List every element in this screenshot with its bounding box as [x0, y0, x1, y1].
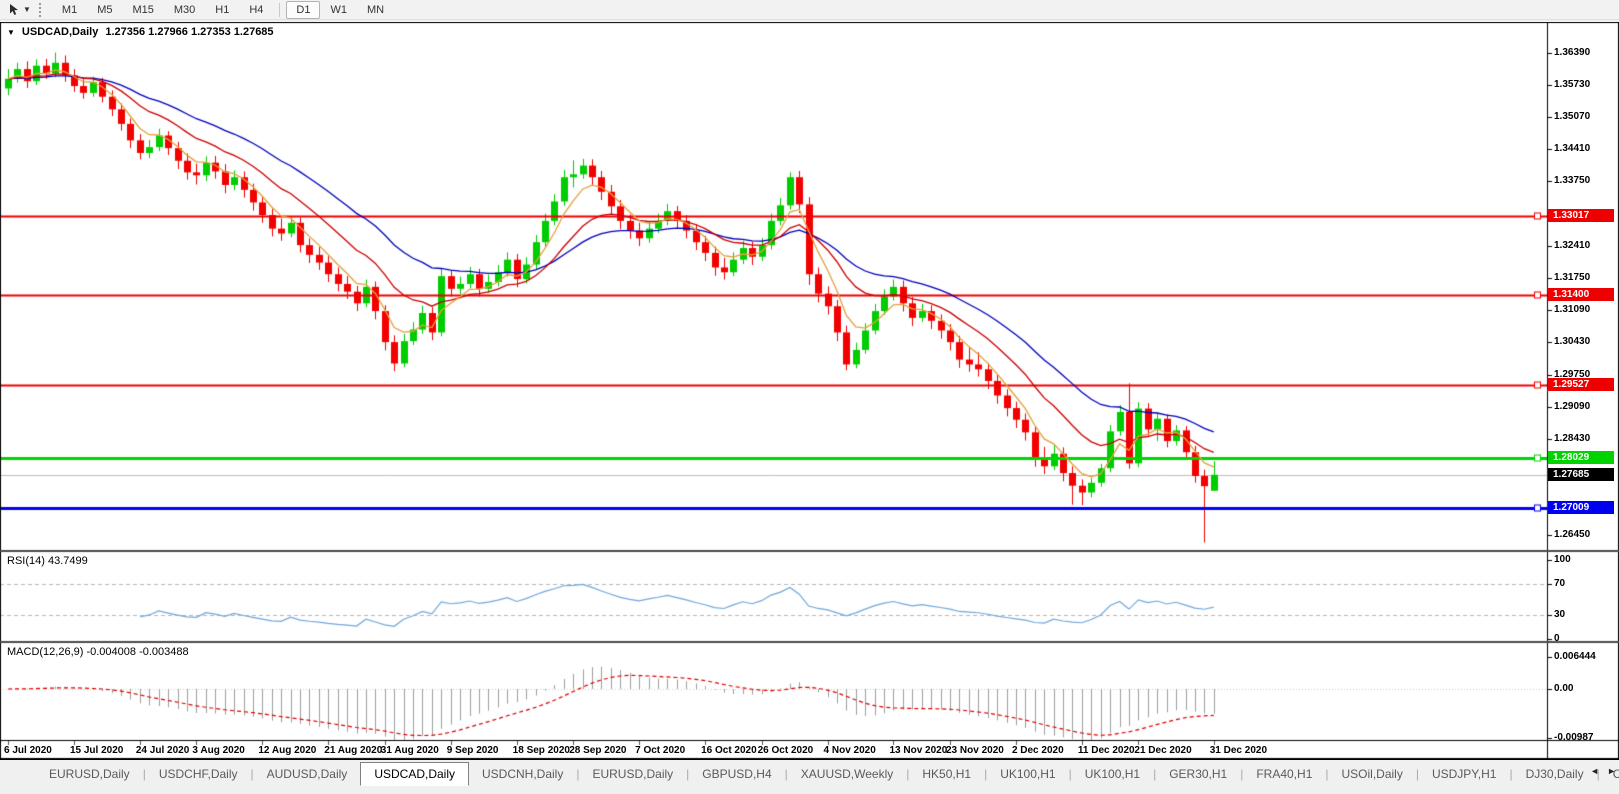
toolbar-grip-handle[interactable]	[39, 3, 46, 17]
tab-audusd-daily[interactable]: AUDUSD,Daily	[254, 764, 361, 785]
tab-uk100-h1[interactable]: UK100,H1	[1072, 764, 1153, 785]
timeframe-toolbar: ▼ M1M5M15M30H1H4 D1W1MN	[0, 0, 1619, 20]
scroll-tabs-right-button[interactable]: ►	[1607, 766, 1616, 776]
tab-usoil-daily[interactable]: USOil,Daily	[1329, 764, 1416, 785]
tab-eurusd-daily[interactable]: EURUSD,Daily	[36, 764, 143, 785]
tab-ger30-h1[interactable]: GER30,H1	[1156, 764, 1240, 785]
tab-fra40-h1[interactable]: FRA40,H1	[1243, 764, 1325, 785]
tab-usdjpy-h1[interactable]: USDJPY,H1	[1419, 764, 1509, 785]
timeframe-button-m30[interactable]: M30	[164, 1, 205, 19]
tab-uk100-h1[interactable]: UK100,H1	[987, 764, 1068, 785]
timeframe-button-m15[interactable]: M15	[122, 1, 163, 19]
cursor-arrow-icon	[8, 3, 21, 16]
chevron-down-icon[interactable]: ▼	[23, 5, 31, 14]
scroll-tabs-left-button[interactable]: ◄	[1590, 766, 1599, 776]
chart-window	[0, 22, 1619, 760]
tab-eurusd-daily[interactable]: EURUSD,Daily	[579, 764, 686, 785]
tab-usdcad-daily[interactable]: USDCAD,Daily	[360, 762, 469, 786]
tab-gbpusd-h4[interactable]: GBPUSD,H4	[689, 764, 784, 785]
cursor-tool-button[interactable]: ▼	[4, 3, 35, 16]
tab-usdchf-daily[interactable]: USDCHF,Daily	[146, 764, 251, 785]
timeframe-button-h4[interactable]: H4	[239, 1, 273, 19]
trading-app-window: { "toolbar": { "cursor_tool": "cursor-ar…	[0, 0, 1619, 794]
tab-hk50-h1[interactable]: HK50,H1	[909, 764, 984, 785]
timeframe-buttons-group: M1M5M15M30H1H4 D1W1MN	[52, 1, 394, 19]
timeframe-button-d1[interactable]: D1	[286, 1, 320, 19]
chart-canvas[interactable]	[0, 22, 1619, 760]
tab-xauusd-weekly[interactable]: XAUUSD,Weekly	[788, 764, 906, 785]
timeframe-button-mn[interactable]: MN	[357, 1, 394, 19]
tab-usdcnh-daily[interactable]: USDCNH,Daily	[469, 764, 576, 785]
timeframe-button-m1[interactable]: M1	[52, 1, 87, 19]
toolbar-separator	[279, 3, 280, 17]
tab-scroll-nav: ◄ ►	[1590, 766, 1616, 776]
timeframe-button-m5[interactable]: M5	[87, 1, 122, 19]
timeframe-button-w1[interactable]: W1	[320, 1, 357, 19]
symbol-tab-bar: EURUSD,Daily|USDCHF,Daily|AUDUSD,DailyUS…	[0, 760, 1619, 794]
tab-dj30-daily[interactable]: DJ30,Daily	[1513, 764, 1597, 785]
timeframe-button-h1[interactable]: H1	[205, 1, 239, 19]
